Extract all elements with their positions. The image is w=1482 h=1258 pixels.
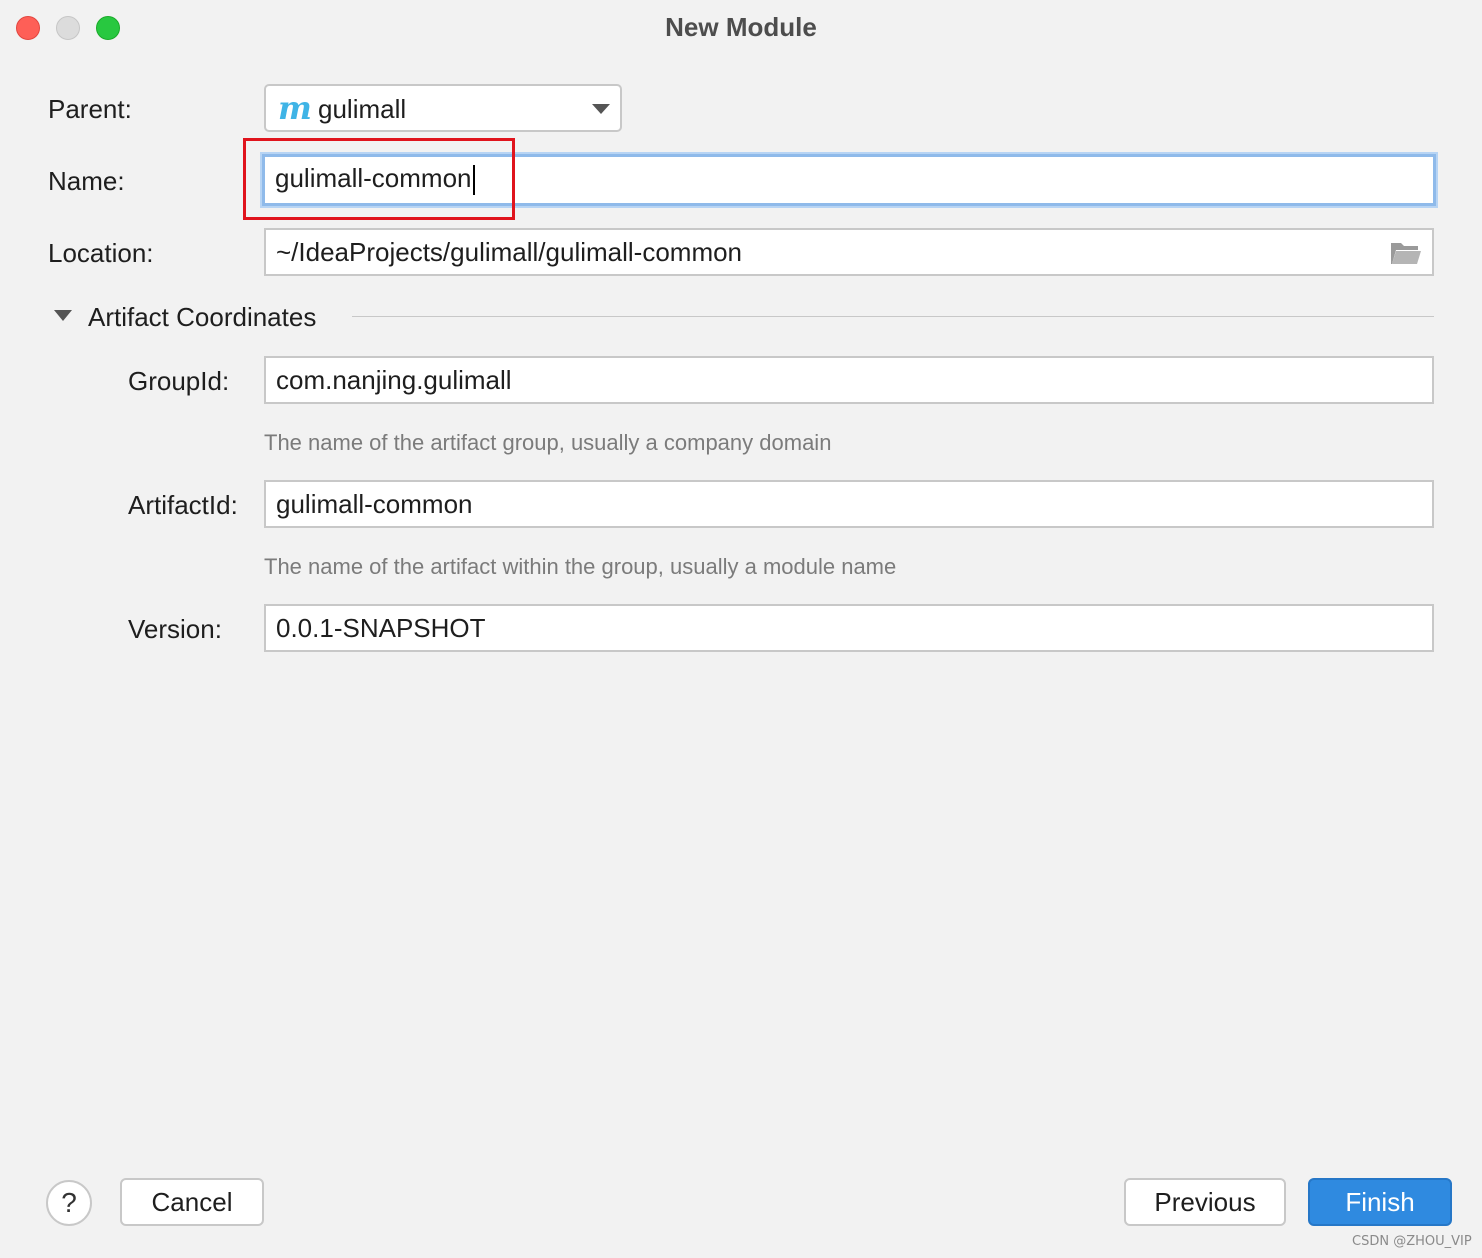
location-label: Location: <box>48 238 154 268</box>
window-title: New Module <box>665 12 817 42</box>
help-button[interactable]: ? <box>46 1180 92 1226</box>
section-divider <box>352 316 1434 317</box>
name-label: Name: <box>48 166 125 196</box>
location-field[interactable]: ~/IdeaProjects/gulimall/gulimall-common <box>264 228 1434 276</box>
previous-button[interactable]: Previous <box>1124 1178 1286 1226</box>
collapse-section-icon[interactable] <box>54 310 72 321</box>
groupid-value: com.nanjing.gulimall <box>276 365 512 395</box>
artifactid-value: gulimall-common <box>276 489 473 519</box>
new-module-dialog: New Module Parent: m gulimall Name: guli… <box>0 0 1482 1258</box>
parent-label: Parent: <box>48 94 132 124</box>
artifactid-label: ArtifactId: <box>128 490 238 520</box>
chevron-down-icon[interactable] <box>592 104 610 114</box>
version-field[interactable]: 0.0.1-SNAPSHOT <box>264 604 1434 652</box>
location-value: ~/IdeaProjects/gulimall/gulimall-common <box>276 237 743 267</box>
parent-value: gulimall <box>318 94 407 124</box>
maven-module-icon: m <box>278 89 312 127</box>
version-label: Version: <box>128 614 222 644</box>
title-bar: New Module <box>0 0 1482 56</box>
finish-button[interactable]: Finish <box>1308 1178 1452 1226</box>
groupid-label: GroupId: <box>128 366 230 396</box>
cancel-button[interactable]: Cancel <box>120 1178 264 1226</box>
browse-folder-icon[interactable] <box>1390 240 1422 266</box>
parent-combobox[interactable]: m gulimall <box>264 84 622 132</box>
artifact-coordinates-title[interactable]: Artifact Coordinates <box>88 302 316 332</box>
groupid-hint: The name of the artifact group, usually … <box>264 430 832 455</box>
artifactid-hint: The name of the artifact within the grou… <box>264 554 897 579</box>
artifactid-field[interactable]: gulimall-common <box>264 480 1434 528</box>
watermark: CSDN @ZHOU_VIP <box>1352 1234 1472 1249</box>
version-value: 0.0.1-SNAPSHOT <box>276 613 486 643</box>
annotation-highlight-box <box>243 138 515 220</box>
groupid-field[interactable]: com.nanjing.gulimall <box>264 356 1434 404</box>
